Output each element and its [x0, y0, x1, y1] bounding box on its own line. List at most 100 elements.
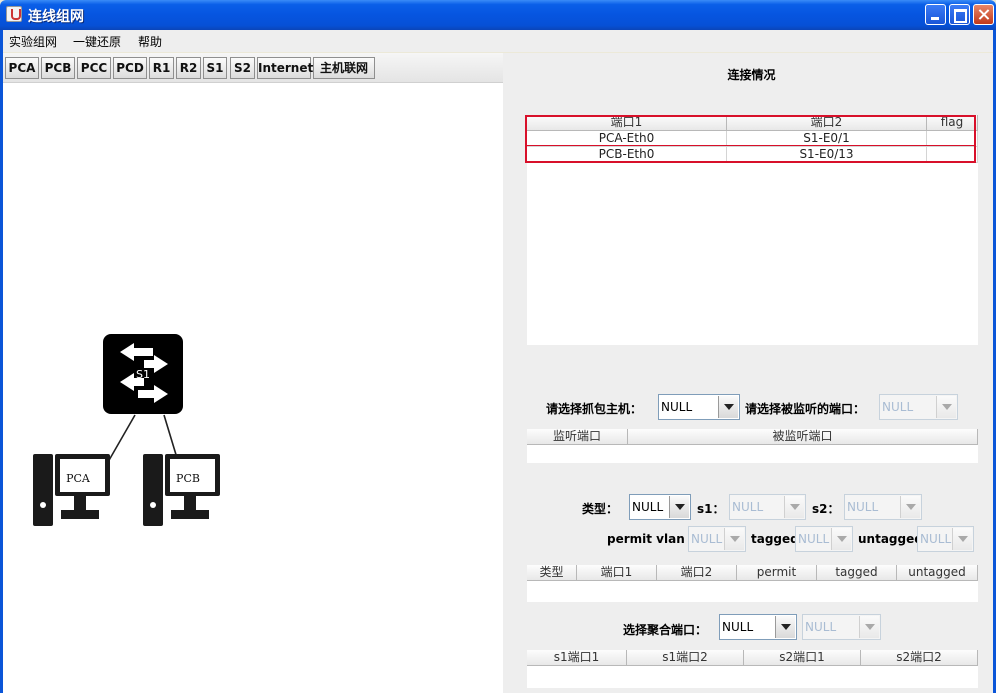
- aggregation-select-2: NULL: [802, 614, 881, 640]
- cell-port2: S1-E0/1: [727, 131, 927, 147]
- menu-bar: 实验组网 一键还原 帮助: [3, 30, 993, 52]
- cell-port1: PCB-Eth0: [527, 147, 727, 163]
- menu-experiment-network[interactable]: 实验组网: [9, 33, 57, 50]
- topology-canvas: S1 PCA PCB: [33, 334, 220, 526]
- column-header-untagged[interactable]: untagged: [897, 565, 978, 581]
- capture-host-label: 请选择抓包主机：: [546, 402, 643, 416]
- column-header-monitor-port[interactable]: 监听端口: [527, 429, 628, 445]
- chevron-down-icon: [900, 496, 920, 518]
- chevron-down-icon[interactable]: [718, 396, 738, 418]
- link-pca-s1: [107, 414, 136, 463]
- host-pcb[interactable]: PCB: [143, 454, 220, 526]
- switch-s1[interactable]: S1: [103, 334, 183, 414]
- device-button-pca[interactable]: PCA: [5, 57, 39, 79]
- host-pca-label: PCA: [66, 472, 91, 485]
- minimize-button[interactable]: [925, 4, 946, 25]
- capture-host-value: NULL: [661, 400, 693, 414]
- config-panel: 连接情况 端口1 端口2 flag PCA-Eth0 S1-E0/1 PCB-E…: [503, 53, 993, 693]
- cell-port1: PCA-Eth0: [527, 131, 727, 147]
- column-header-port1[interactable]: 端口1: [527, 115, 727, 131]
- host-pcb-label: PCB: [176, 472, 200, 485]
- permit-vlan-select: NULL: [688, 526, 746, 552]
- tagged-select: NULL: [795, 526, 853, 552]
- device-button-pcb[interactable]: PCB: [41, 57, 75, 79]
- table-row[interactable]: PCA-Eth0 S1-E0/1: [527, 131, 978, 147]
- switch-s1-label: S1: [136, 368, 150, 381]
- vlan-s2-label: s2：: [812, 502, 840, 516]
- menu-help[interactable]: 帮助: [138, 33, 162, 50]
- device-button-r1[interactable]: R1: [149, 57, 174, 79]
- vlan-s2-select: NULL: [844, 494, 922, 520]
- aggregation-table: s1端口1 s1端口2 s2端口1 s2端口2: [527, 650, 978, 688]
- cell-flag: [927, 147, 978, 163]
- menu-reset[interactable]: 一键还原: [73, 33, 121, 50]
- connections-title: 连接情况: [727, 68, 776, 82]
- chevron-down-icon[interactable]: [775, 616, 795, 638]
- vlan-s1-label: s1：: [697, 502, 725, 516]
- title-bar: 连线组网: [0, 0, 996, 30]
- column-header-type[interactable]: 类型: [527, 565, 577, 581]
- device-button-internet[interactable]: Internet: [257, 57, 313, 79]
- tagged-label: tagged: [751, 532, 799, 546]
- vlan-s2-value: NULL: [847, 500, 879, 514]
- capture-table: 监听端口 被监听端口: [527, 429, 978, 463]
- device-button-pcd[interactable]: PCD: [113, 57, 147, 79]
- permit-vlan-value: NULL: [691, 532, 723, 546]
- untagged-label: untagged: [858, 532, 923, 546]
- close-button[interactable]: [973, 4, 994, 25]
- untagged-select: NULL: [917, 526, 974, 552]
- vlan-type-label: 类型：: [582, 502, 619, 516]
- aggregation-label: 选择聚合端口：: [623, 623, 708, 637]
- column-header-s2-port1[interactable]: s2端口1: [744, 650, 861, 666]
- aggregation-select-1[interactable]: NULL: [719, 614, 797, 640]
- capture-port-value: NULL: [882, 400, 914, 414]
- column-header-tagged[interactable]: tagged: [817, 565, 897, 581]
- device-button-pcc[interactable]: PCC: [77, 57, 111, 79]
- column-header-s1-port1[interactable]: s1端口1: [527, 650, 627, 666]
- pc-tower: [33, 454, 53, 526]
- host-pca[interactable]: PCA: [33, 454, 110, 526]
- chevron-down-icon: [784, 496, 804, 518]
- column-header-port2[interactable]: 端口2: [657, 565, 737, 581]
- chevron-down-icon: [952, 528, 972, 550]
- capture-port-label: 请选择被监听的端口：: [745, 402, 866, 416]
- device-button-r2[interactable]: R2: [176, 57, 201, 79]
- link-pcb-s1: [163, 414, 178, 459]
- vlan-type-select[interactable]: NULL: [629, 494, 691, 520]
- cell-flag: [927, 131, 978, 147]
- capture-port-select: NULL: [879, 394, 958, 420]
- device-button-s1[interactable]: S1: [203, 57, 227, 79]
- vlan-table: 类型 端口1 端口2 permit tagged untagged: [527, 565, 978, 602]
- vlan-type-value: NULL: [632, 500, 664, 514]
- vlan-s1-value: NULL: [732, 500, 764, 514]
- tagged-value: NULL: [798, 532, 830, 546]
- vlan-s1-select: NULL: [729, 494, 806, 520]
- column-header-port1[interactable]: 端口1: [577, 565, 657, 581]
- chevron-down-icon[interactable]: [669, 496, 689, 518]
- aggregation-value-2: NULL: [805, 620, 837, 634]
- window-title: 连线组网: [28, 9, 84, 25]
- chevron-down-icon: [724, 528, 744, 550]
- column-header-monitored-port[interactable]: 被监听端口: [628, 429, 978, 445]
- chevron-down-icon: [831, 528, 851, 550]
- device-button-s2[interactable]: S2: [230, 57, 255, 79]
- host-network-button[interactable]: 主机联网: [313, 57, 375, 79]
- device-toolbar: PCA PCB PCC PCD R1 R2 S1 S2 Internet 主机联…: [3, 53, 503, 83]
- column-header-flag[interactable]: flag: [927, 115, 978, 131]
- untagged-value: NULL: [920, 532, 952, 546]
- aggregation-value-1: NULL: [722, 620, 754, 634]
- pc-tower: [143, 454, 163, 526]
- column-header-permit[interactable]: permit: [737, 565, 817, 581]
- connections-table: 端口1 端口2 flag PCA-Eth0 S1-E0/1 PCB-Eth0 S…: [525, 115, 978, 345]
- column-header-port2[interactable]: 端口2: [727, 115, 927, 131]
- chevron-down-icon: [936, 396, 956, 418]
- maximize-button[interactable]: [949, 4, 970, 25]
- cell-port2: S1-E0/13: [727, 147, 927, 163]
- capture-host-select[interactable]: NULL: [658, 394, 740, 420]
- chevron-down-icon: [859, 616, 879, 638]
- column-header-s1-port2[interactable]: s1端口2: [627, 650, 744, 666]
- column-header-s2-port2[interactable]: s2端口2: [861, 650, 978, 666]
- table-row[interactable]: PCB-Eth0 S1-E0/13: [527, 147, 978, 163]
- java-app-icon: [6, 6, 22, 22]
- topology-panel: PCA PCB PCC PCD R1 R2 S1 S2 Internet 主机联…: [3, 53, 503, 693]
